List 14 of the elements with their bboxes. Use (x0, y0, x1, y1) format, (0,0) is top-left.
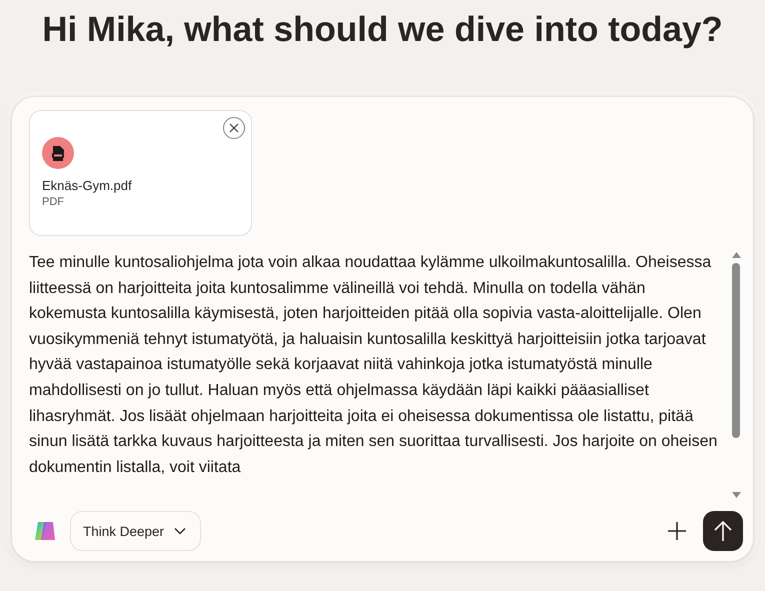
pdf-file-icon (42, 137, 74, 169)
greeting-heading: Hi Mika, what should we dive into today? (42, 10, 723, 50)
close-button[interactable] (223, 117, 245, 139)
file-name: Eknäs-Gym.pdf (42, 178, 133, 193)
scrollbar-thumb[interactable] (732, 263, 740, 438)
prompt-input[interactable]: Tee minulle kuntosaliohjelma jota voin alkaa noudattaa kylämme ulkoilmakuntosalilla. Oheisessa liitteessä on harjoitteita joita kuntosalimme välineillä voi tehdä. Minulla on todella vähän kokemusta kuntosalilla käymisestä, joten harjoitteiden pitää olla sopivia vasta-aloittelijalle. Olen vuosikymmeniä tehnyt istumatyötä, ja haluaisin kuntosalilla keskittyä harjoitteisiin jotka tarjoavat hyvää vastapainoa istumatyölle sekä korjaavat niitä vahinkoja jotka istumatyöstä minulle mahdollisesti on jo tullut. Haluan myös että ohjelmassa käydään läpi kaikki pääasialliset lihasryhmät. Jos lisäät ohjelmaan harjoitteita joita ei oheisessa dokumentissa ole listattu, pitää sinun lisätä tarkka kuvaus harjoitteesta ja miten sen suorittaa turvallisesti. Jos harjoite on oheisen dokumentin listalla, voit viitata (29, 250, 729, 480)
close-icon (229, 123, 239, 133)
scroll-up-icon[interactable] (732, 252, 740, 258)
send-button[interactable] (703, 511, 743, 551)
file-type: PDF (42, 196, 65, 208)
arrow-up-icon (713, 520, 733, 542)
mode-dropdown[interactable]: Think Deeper (70, 511, 202, 551)
scroll-down-icon[interactable] (732, 492, 740, 498)
chevron-down-icon (174, 527, 186, 535)
